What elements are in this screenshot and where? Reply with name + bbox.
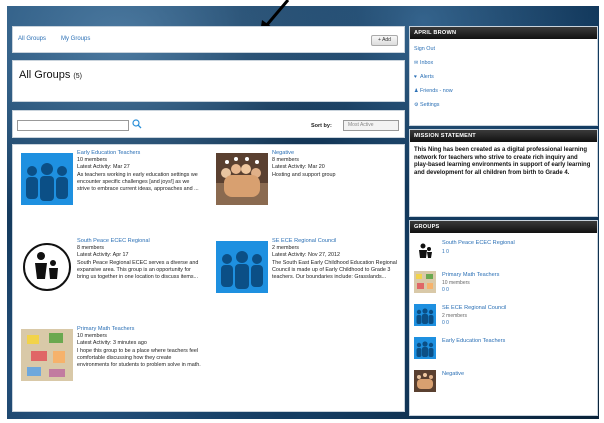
alerts-link[interactable]: ♥ Alerts [414, 74, 434, 80]
group-latest-activity: Latest Activity: Nov 27, 2012 [272, 252, 341, 258]
group-description: As teachers working in early education s… [77, 172, 199, 192]
filter-bar: Sort by: Most Active [12, 110, 405, 138]
sort-label: Sort by: [311, 123, 332, 129]
sidebar-group-name[interactable]: South Peace ECEC Regional [442, 240, 515, 246]
group-description: Hosting and support group [272, 172, 336, 178]
group-card[interactable]: Negative 8 members Latest Activity: Mar … [212, 149, 397, 233]
sidebar-group-item[interactable]: Primary Math Teachers 10 members 0 0 [414, 271, 594, 301]
group-latest-activity: Latest Activity: Apr 17 [77, 252, 129, 258]
groups-top-nav: All Groups My Groups + Add [12, 26, 405, 53]
frame-border-left [0, 0, 7, 423]
group-people-icon [414, 337, 436, 359]
group-people-icon [414, 304, 436, 326]
inbox-link[interactable]: ✉ Inbox [414, 60, 433, 66]
group-name-link[interactable]: South Peace ECEC Regional [77, 238, 202, 245]
add-group-button[interactable]: + Add [371, 35, 398, 46]
page-title-text: All Groups [19, 69, 71, 81]
nav-all-groups-link[interactable]: All Groups [18, 36, 46, 42]
sidebar-group-members: 10 members [442, 280, 470, 286]
group-members: 8 members [272, 157, 299, 163]
sidebar-group-item[interactable]: SE ECE Regional Council 2 members 0 0 [414, 304, 594, 334]
sidebar-group-stats: 0 0 [442, 287, 449, 293]
group-photo-hands-icon [216, 153, 268, 205]
mission-header: MISSION STATEMENT [410, 130, 597, 142]
sort-dropdown[interactable]: Most Active [343, 120, 399, 131]
sidebar-group-name[interactable]: Primary Math Teachers [442, 272, 499, 278]
sign-out-label: Sign Out [414, 46, 435, 52]
groups-list: Early Education Teachers 10 members Late… [12, 144, 405, 412]
group-members: 10 members [77, 157, 107, 163]
sidebar-group-item[interactable]: Early Education Teachers [414, 337, 594, 367]
frame-border-bottom [0, 419, 604, 423]
main-column: All Groups My Groups + Add All Groups (5… [12, 26, 405, 416]
group-card[interactable]: South Peace ECEC Regional 8 members Late… [17, 237, 202, 321]
sidebar-group-item[interactable]: Negative [414, 370, 594, 400]
sidebar-group-stats: 1 0 [442, 249, 449, 255]
group-people-icon [216, 241, 268, 293]
user-box: APRIL BROWN Sign Out ✉ Inbox ♥ Alerts ♟ Fri… [409, 26, 598, 126]
group-description: The South East Early Childhood Education… [272, 260, 397, 280]
friends-label: Friends - now [420, 88, 453, 94]
group-latest-activity: Latest Activity: 3 minutes ago [77, 340, 147, 346]
settings-label: Settings [420, 102, 440, 108]
settings-link[interactable]: ⚙ Settings [414, 102, 439, 108]
page-title: All Groups (5) [19, 69, 82, 81]
sidebar-group-name[interactable]: Early Education Teachers [442, 338, 505, 344]
sign-out-link[interactable]: Sign Out [414, 46, 435, 52]
group-latest-activity: Latest Activity: Mar 20 [272, 164, 325, 170]
sidebar-group-stats: 0 0 [442, 320, 449, 326]
nav-my-groups-link[interactable]: My Groups [61, 36, 90, 42]
user-name-header: APRIL BROWN [410, 27, 597, 39]
group-name-link[interactable]: Early Education Teachers [77, 150, 202, 157]
sidebar: APRIL BROWN Sign Out ✉ Inbox ♥ Alerts ♟ Fri… [409, 26, 598, 416]
group-logo-icon [414, 239, 436, 261]
search-icon[interactable] [132, 119, 142, 129]
groups-sidebar-header: GROUPS [410, 221, 597, 233]
group-people-icon [21, 153, 73, 205]
group-name-link[interactable]: Primary Math Teachers [77, 326, 202, 333]
mission-text: This Ning has been created as a digital … [414, 147, 591, 176]
sidebar-group-name[interactable]: SE ECE Regional Council [442, 305, 506, 311]
group-description: South Peace Regional ECEC serves a diver… [77, 260, 199, 280]
group-logo-icon [21, 241, 73, 293]
group-photo-math-icon [414, 271, 436, 293]
group-photo-hands-icon [414, 370, 436, 392]
group-card[interactable]: Early Education Teachers 10 members Late… [17, 149, 202, 233]
inbox-label: Inbox [420, 60, 434, 66]
group-card[interactable]: SE ECE Regional Council 2 members Latest… [212, 237, 397, 321]
frame-border-right [599, 0, 604, 423]
frame-border-top [0, 0, 604, 6]
group-members: 10 members [77, 333, 107, 339]
sidebar-group-name[interactable]: Negative [442, 371, 464, 377]
group-count: (5) [73, 73, 82, 80]
group-name-link[interactable]: SE ECE Regional Council [272, 238, 397, 245]
group-description: I hope this group to be a place where te… [77, 348, 201, 368]
group-card[interactable]: Primary Math Teachers 10 members Latest … [17, 325, 202, 409]
group-members: 2 members [272, 245, 299, 251]
sidebar-group-members: 2 members [442, 313, 468, 319]
groups-sidebar-box: GROUPS South Peace ECEC Regional 1 0 Pri… [409, 220, 598, 416]
group-name-link[interactable]: Negative [272, 150, 397, 157]
alerts-label: Alerts [420, 74, 434, 80]
group-photo-math-icon [21, 329, 73, 381]
friends-link[interactable]: ♟ Friends - now [414, 88, 453, 94]
mission-box: MISSION STATEMENT This Ning has been cre… [409, 129, 598, 217]
group-members: 8 members [77, 245, 104, 251]
group-latest-activity: Latest Activity: Mar 27 [77, 164, 130, 170]
page-title-bar: All Groups (5) [12, 60, 405, 102]
sidebar-group-item[interactable]: South Peace ECEC Regional 1 0 [414, 239, 594, 269]
search-input[interactable] [17, 120, 129, 131]
